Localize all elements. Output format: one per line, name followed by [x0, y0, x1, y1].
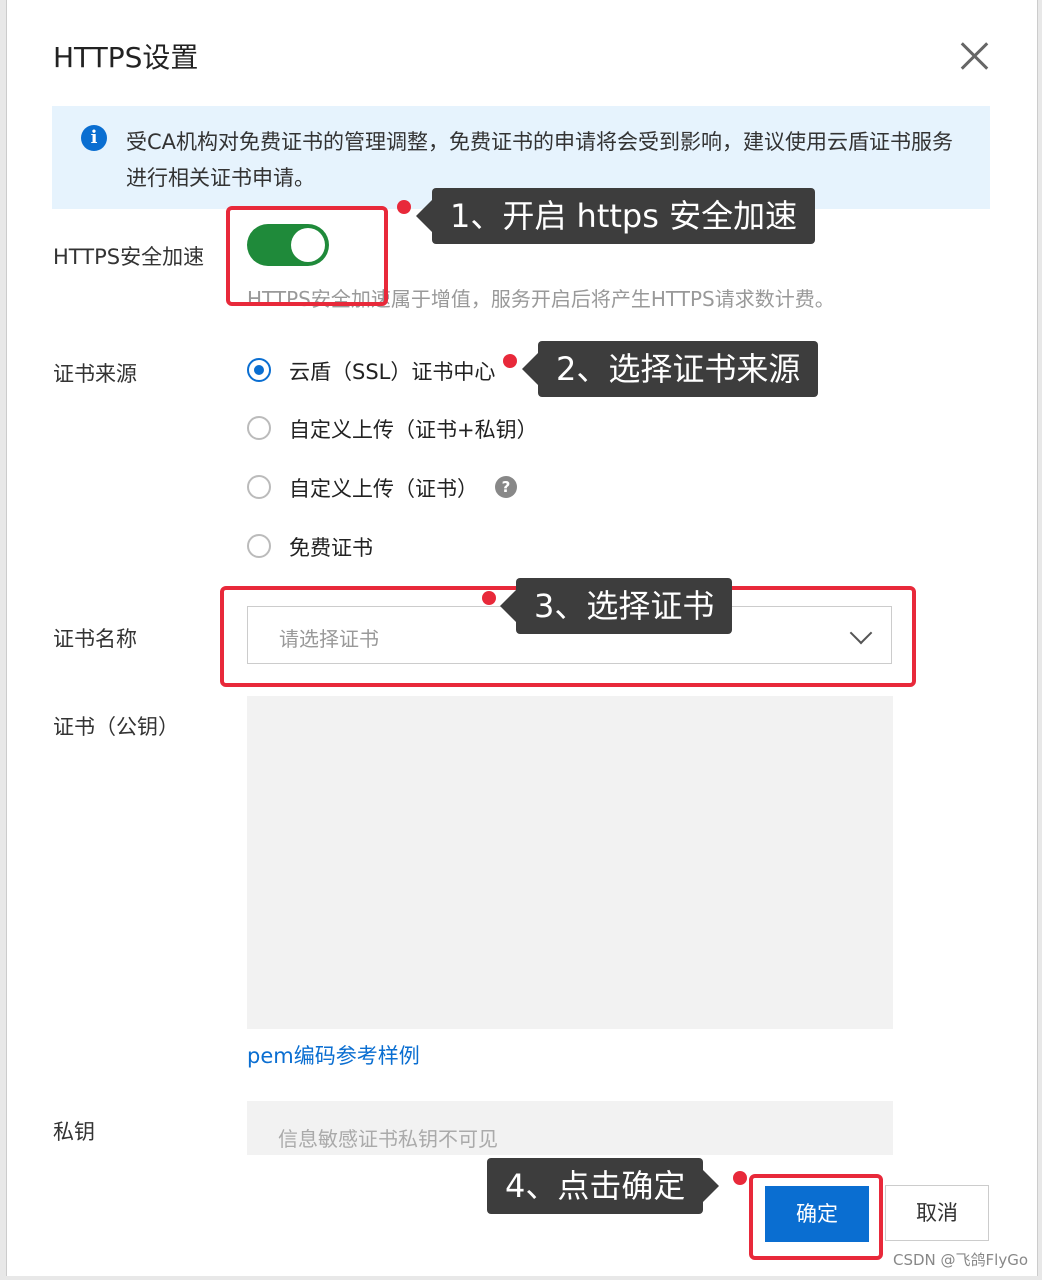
radio-button[interactable] [247, 475, 271, 499]
annotation-step4: 4、点击确定 [487, 1158, 720, 1214]
radio-label: 云盾（SSL）证书中心 [289, 360, 496, 384]
annotation-box-toggle [226, 206, 388, 306]
annotation-dot [733, 1171, 747, 1185]
info-icon: i [81, 125, 107, 151]
cancel-button[interactable]: 取消 [885, 1185, 989, 1241]
private-key-placeholder: 信息敏感证书私钥不可见 [278, 1127, 498, 1151]
annotation-step3: 3、选择证书 [499, 578, 733, 634]
private-key-label: 私钥 [53, 1120, 95, 1144]
annotation-dot [503, 354, 517, 368]
dialog-title: HTTPS设置 [53, 41, 199, 74]
annotation-box-confirm [749, 1174, 883, 1260]
annotation-dot [397, 200, 411, 214]
radio-button[interactable] [247, 358, 271, 382]
cert-public-label: 证书（公钥） [53, 715, 179, 739]
radio-label: 自定义上传（证书+私钥） [289, 418, 538, 442]
pem-sample-link[interactable]: pem编码参考样例 [247, 1040, 420, 1070]
annotation-step2: 2、选择证书来源 [521, 341, 819, 397]
cert-name-label: 证书名称 [53, 627, 137, 651]
radio-label: 免费证书 [289, 536, 373, 560]
help-question-icon[interactable]: ? [495, 476, 517, 498]
cert-public-textarea[interactable] [247, 696, 893, 1029]
https-acceleration-label: HTTPS安全加速 [53, 245, 205, 269]
private-key-field[interactable]: 信息敏感证书私钥不可见 [247, 1101, 893, 1155]
watermark: CSDN @飞鸽FlyGo [892, 1251, 1028, 1269]
cert-source-label: 证书来源 [53, 362, 137, 386]
annotation-dot [482, 591, 496, 605]
close-icon[interactable] [957, 38, 993, 74]
radio-button[interactable] [247, 416, 271, 440]
radio-label: 自定义上传（证书） [289, 477, 478, 501]
annotation-step1: 1、开启 https 安全加速 [415, 188, 816, 244]
notice-text: 受CA机构对免费证书的管理调整，免费证书的申请将会受到影响，建议使用云盾证书服务… [126, 130, 954, 190]
radio-button[interactable] [247, 534, 271, 558]
